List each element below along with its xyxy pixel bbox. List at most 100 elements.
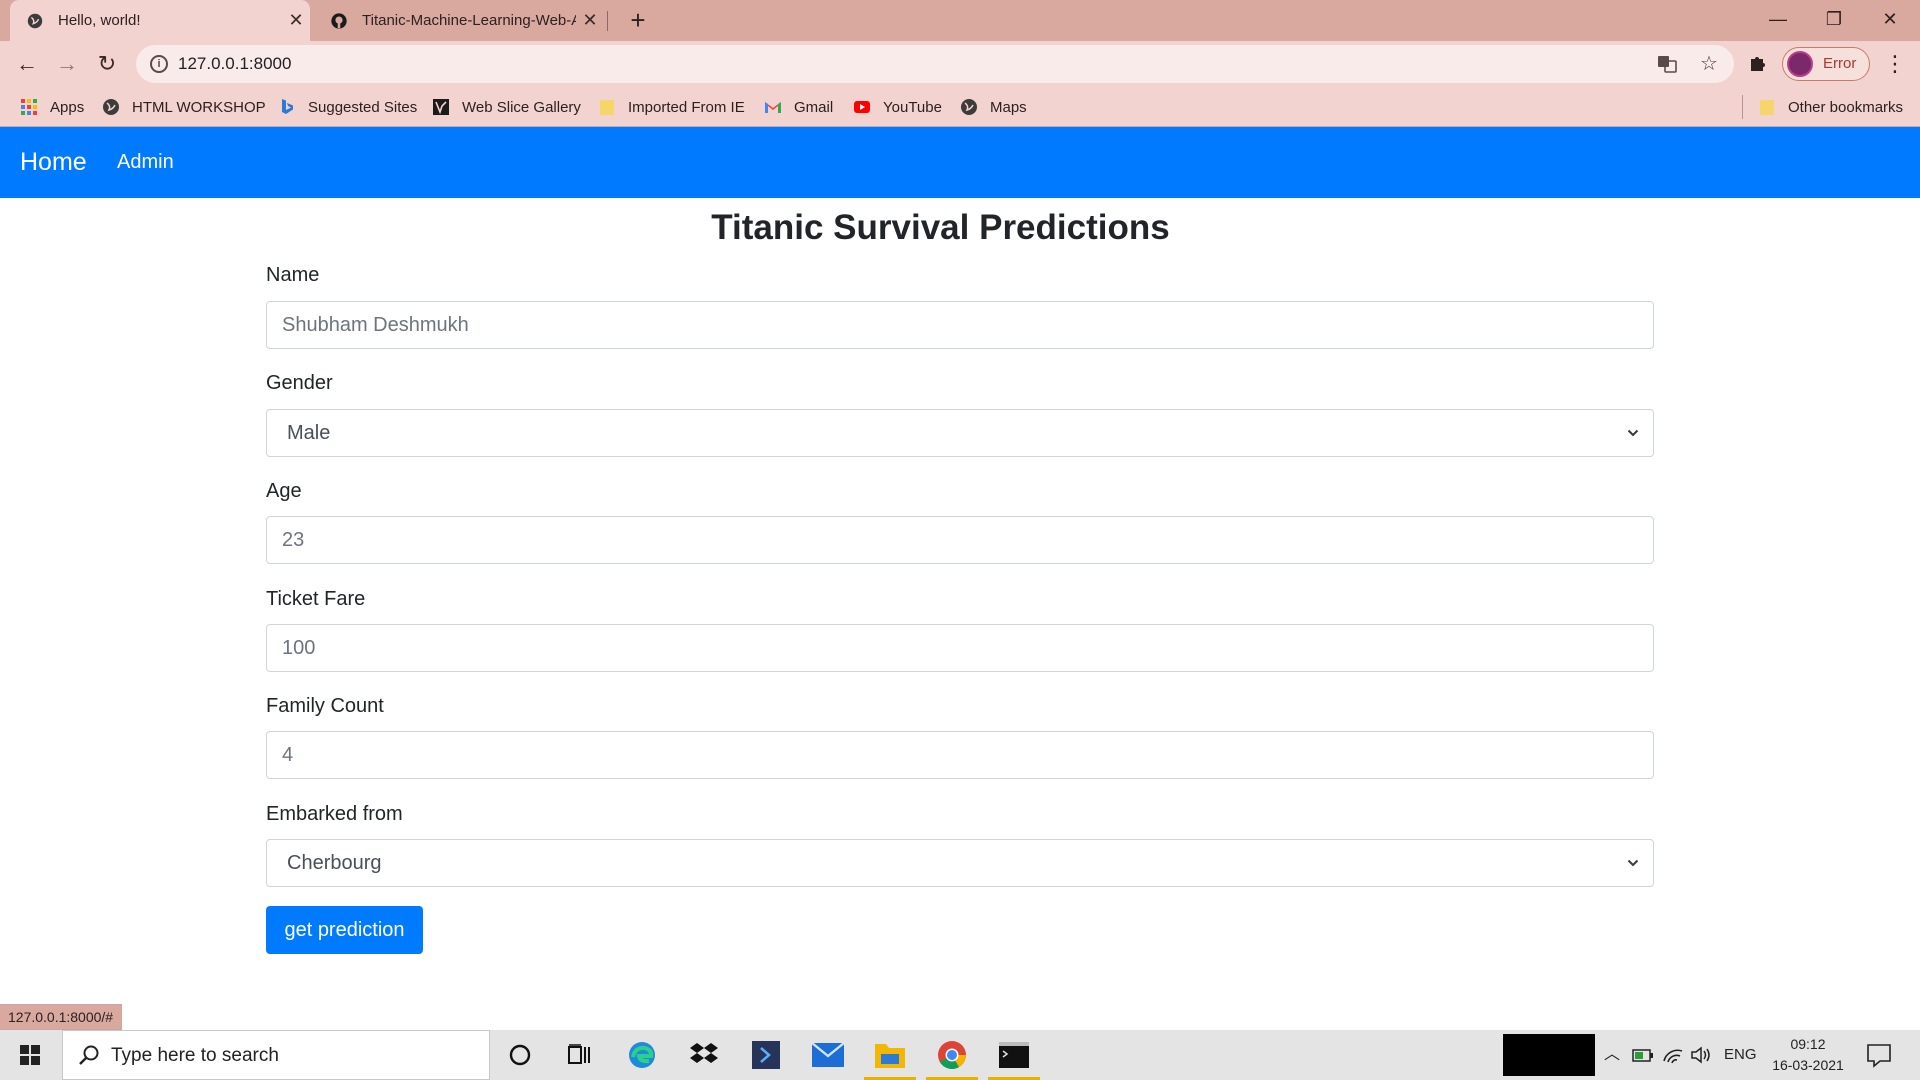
globe-icon xyxy=(961,99,977,115)
bookmark-divider xyxy=(1742,95,1743,119)
show-hidden-icons-chevron-icon[interactable]: ︿ xyxy=(1604,1030,1620,1080)
get-prediction-button[interactable]: get prediction xyxy=(266,906,423,954)
back-button[interactable]: ← xyxy=(12,49,42,79)
chrome-icon xyxy=(938,1041,966,1069)
avatar xyxy=(1787,51,1813,77)
bookmark-web-slice-gallery[interactable]: Web Slice Gallery xyxy=(432,87,581,127)
windows-logo-icon xyxy=(20,1045,40,1065)
powershell-taskbar-button[interactable] xyxy=(736,1030,796,1080)
mail-taskbar-button[interactable] xyxy=(798,1030,858,1080)
bookmark-other-bookmarks[interactable]: Other bookmarks xyxy=(1758,87,1903,127)
nav-link-admin[interactable]: Admin xyxy=(117,127,174,198)
address-bar[interactable]: i 127.0.0.1:8000 ☆ xyxy=(136,45,1734,83)
minimize-button[interactable]: — xyxy=(1750,0,1806,41)
extensions-puzzle-icon[interactable] xyxy=(1748,53,1768,79)
globe-icon xyxy=(103,99,119,115)
web-slice-icon xyxy=(433,99,449,115)
bookmarks-bar: Apps HTML WORKSHOP Suggested Sites Web S… xyxy=(0,87,1920,127)
dropbox-icon xyxy=(690,1043,718,1063)
tab-divider xyxy=(607,11,608,31)
bookmark-label: Maps xyxy=(990,98,1027,116)
link-status-bar: 127.0.0.1:8000/# xyxy=(0,1004,123,1030)
browser-tabstrip: Hello, world! ✕ Titanic-Machine-Learning… xyxy=(0,0,1920,41)
youtube-icon xyxy=(854,101,870,113)
bookmark-label: Other bookmarks xyxy=(1788,98,1904,116)
volume-icon[interactable] xyxy=(1690,1030,1714,1080)
apps-grid-icon xyxy=(21,99,37,115)
gender-select[interactable]: Male xyxy=(266,409,1654,457)
edge-icon xyxy=(629,1042,655,1068)
language-indicator[interactable]: ENG xyxy=(1724,1030,1757,1080)
github-icon xyxy=(331,12,347,29)
dropbox-taskbar-button[interactable] xyxy=(674,1030,734,1080)
chrome-taskbar-button[interactable] xyxy=(922,1030,982,1080)
site-info-icon[interactable]: i xyxy=(150,55,168,73)
taskbar-clock[interactable]: 09:12 16-03-2021 xyxy=(1766,1034,1850,1076)
close-icon[interactable]: ✕ xyxy=(576,10,604,31)
bookmark-gmail[interactable]: Gmail xyxy=(764,87,833,127)
bookmark-html-workshop[interactable]: HTML WORKSHOP xyxy=(102,87,266,127)
star-bookmark-icon[interactable]: ☆ xyxy=(1698,53,1720,75)
terminal-app-icon xyxy=(752,1041,780,1069)
name-input[interactable]: Shubham Deshmukh xyxy=(266,301,1654,349)
ticket-fare-input[interactable]: 100 xyxy=(266,624,1654,672)
bookmark-suggested-sites[interactable]: Suggested Sites xyxy=(278,87,417,127)
close-icon[interactable]: ✕ xyxy=(282,10,310,31)
notification-center-icon[interactable] xyxy=(1866,1042,1892,1068)
reload-button[interactable]: ↻ xyxy=(92,49,122,79)
gender-selected-value: Male xyxy=(287,422,331,444)
task-view-button[interactable] xyxy=(550,1030,610,1080)
bookmark-apps[interactable]: Apps xyxy=(20,87,84,127)
browser-toolbar: ← → ↻ i 127.0.0.1:8000 ☆ Error ⋮ xyxy=(0,41,1920,87)
windows-taskbar: Type here to search ︿ ENG 09:12 16-03-20… xyxy=(0,1030,1920,1080)
embarked-label: Embarked from xyxy=(266,803,403,825)
bookmark-label: YouTube xyxy=(883,98,942,116)
tab-github-repo[interactable]: Titanic-Machine-Learning-Web-A ✕ xyxy=(314,0,604,41)
gmail-icon xyxy=(765,102,781,113)
folder-icon xyxy=(875,1044,905,1068)
new-tab-button[interactable]: + xyxy=(622,4,654,36)
tab-hello-world[interactable]: Hello, world! ✕ xyxy=(10,0,310,41)
taskbar-search-box[interactable]: Type here to search xyxy=(62,1030,490,1080)
battery-icon[interactable] xyxy=(1632,1030,1654,1080)
translate-icon[interactable] xyxy=(1656,53,1678,75)
kebab-menu-icon[interactable]: ⋮ xyxy=(1884,51,1906,77)
bookmark-label: Imported From IE xyxy=(628,98,745,116)
age-label: Age xyxy=(266,480,302,502)
file-explorer-taskbar-button[interactable] xyxy=(860,1030,920,1080)
tab-title: Titanic-Machine-Learning-Web-A xyxy=(362,12,576,29)
tab-title: Hello, world! xyxy=(58,12,141,29)
cortana-button[interactable] xyxy=(490,1030,550,1080)
restore-button[interactable]: ❐ xyxy=(1806,0,1862,41)
bookmark-maps[interactable]: Maps xyxy=(960,87,1027,127)
bookmark-label: Gmail xyxy=(794,98,834,116)
bookmark-imported-from-ie[interactable]: Imported From IE xyxy=(598,87,745,127)
bookmark-youtube[interactable]: YouTube xyxy=(853,87,942,127)
embarked-select[interactable]: Cherbourg xyxy=(266,839,1654,887)
ticket-fare-label: Ticket Fare xyxy=(266,588,366,610)
name-label: Name xyxy=(266,264,320,286)
embarked-selected-value: Cherbourg xyxy=(287,852,382,874)
start-button[interactable] xyxy=(0,1030,60,1080)
search-placeholder: Type here to search xyxy=(111,1045,279,1066)
window-close-button[interactable]: ✕ xyxy=(1862,0,1918,41)
wifi-icon[interactable] xyxy=(1662,1030,1684,1080)
forward-button[interactable]: → xyxy=(52,49,82,79)
page-title: Titanic Survival Predictions xyxy=(711,208,1170,247)
bookmark-label: Web Slice Gallery xyxy=(462,98,581,116)
gender-label: Gender xyxy=(266,372,333,394)
profile-status-label: Error xyxy=(1823,55,1857,72)
profile-button[interactable]: Error xyxy=(1782,47,1870,81)
family-count-input[interactable]: 4 xyxy=(266,731,1654,779)
clock-time: 09:12 xyxy=(1790,1036,1826,1052)
navbar-brand-home[interactable]: Home xyxy=(20,127,87,198)
edge-taskbar-button[interactable] xyxy=(612,1030,672,1080)
command-prompt-taskbar-button[interactable] xyxy=(984,1030,1044,1080)
task-view-icon xyxy=(568,1044,590,1064)
bookmark-label: HTML WORKSHOP xyxy=(132,98,266,116)
age-input[interactable]: 23 xyxy=(266,516,1654,564)
folder-icon xyxy=(1760,100,1774,115)
family-count-label: Family Count xyxy=(266,695,384,717)
mail-icon xyxy=(812,1043,844,1067)
search-icon xyxy=(79,1045,99,1065)
